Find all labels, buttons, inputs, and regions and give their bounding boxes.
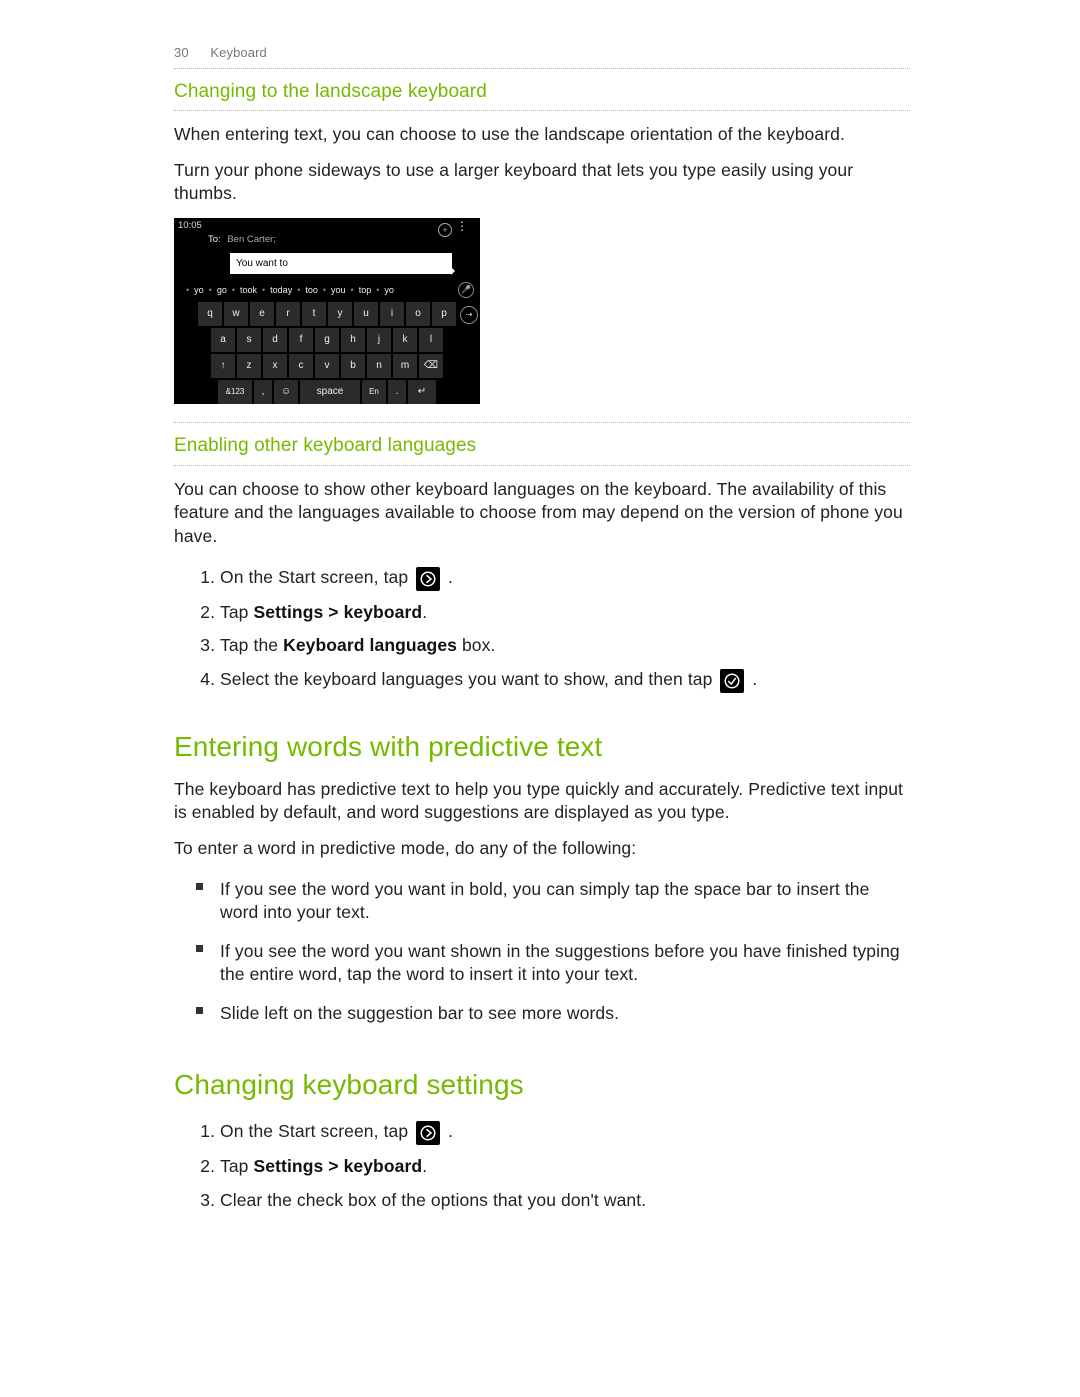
manual-page: 30 Keyboard Changing to the landscape ke… <box>0 0 1080 1397</box>
phone-clock: 10:05 <box>178 220 202 233</box>
key: i <box>380 302 404 326</box>
step-text-bold: Keyboard languages <box>283 635 457 655</box>
language-key: En <box>362 380 386 404</box>
body-text: When entering text, you can choose to us… <box>174 123 910 147</box>
key: w <box>224 302 248 326</box>
list-item: On the Start screen, tap . <box>220 561 910 596</box>
to-label: To: <box>208 234 221 245</box>
running-head: 30 Keyboard <box>174 44 910 62</box>
step-text: . <box>448 567 453 587</box>
period-key: . <box>388 380 406 404</box>
key: u <box>354 302 378 326</box>
step-text: . <box>752 669 757 689</box>
step-text: . <box>448 1121 453 1141</box>
key: c <box>289 354 313 378</box>
heading-languages: Enabling other keyboard languages <box>174 433 910 459</box>
key: e <box>250 302 274 326</box>
suggestion-bar: •yo •go •took •today •too •you •top •yo … <box>174 278 480 300</box>
key: h <box>341 328 365 352</box>
expand-icon: ⇢ <box>460 306 478 324</box>
body-text: To enter a word in predictive mode, do a… <box>174 837 910 861</box>
step-text: On the Start screen, tap <box>220 567 413 587</box>
arrow-right-circle-icon <box>416 1121 440 1145</box>
list-item: Select the keyboard languages you want t… <box>220 663 910 698</box>
page-number: 30 <box>174 45 189 60</box>
key: n <box>367 354 391 378</box>
running-head-section: Keyboard <box>210 45 266 60</box>
key: q <box>198 302 222 326</box>
step-text: . <box>422 1156 427 1176</box>
onscreen-keyboard: q w e r t y u i o p ⇢ a s d f g h j k <box>174 302 480 408</box>
key: s <box>237 328 261 352</box>
step-text: Tap <box>220 1156 253 1176</box>
check-circle-icon <box>720 669 744 693</box>
key: b <box>341 354 365 378</box>
comma-key: , <box>254 380 272 404</box>
steps-list: On the Start screen, tap . Tap Settings … <box>174 561 910 698</box>
list-item: Tap the Keyboard languages box. <box>220 629 910 663</box>
divider <box>174 422 910 423</box>
key: r <box>276 302 300 326</box>
divider <box>174 68 910 69</box>
phone-screenshot-landscape-keyboard: 10:05 + ⋮ To: Ben Carter; You want to •y… <box>174 218 480 404</box>
list-item: If you see the word you want in bold, yo… <box>220 873 910 935</box>
enter-key: ↵ <box>408 380 436 404</box>
list-item: Clear the check box of the options that … <box>220 1184 910 1218</box>
key: o <box>406 302 430 326</box>
bullet-list: If you see the word you want in bold, yo… <box>174 873 910 1036</box>
arrow-right-circle-icon <box>416 567 440 591</box>
key: v <box>315 354 339 378</box>
body-text: The keyboard has predictive text to help… <box>174 778 910 825</box>
more-icon: ⋮ <box>456 224 468 228</box>
key: p <box>432 302 456 326</box>
list-item: Tap Settings > keyboard. <box>220 1150 910 1184</box>
key: t <box>302 302 326 326</box>
list-item: On the Start screen, tap . <box>220 1115 910 1150</box>
body-text: You can choose to show other keyboard la… <box>174 478 910 549</box>
mic-icon: 🎤 <box>458 282 474 298</box>
list-item: Tap Settings > keyboard. <box>220 596 910 630</box>
step-text: Tap <box>220 602 253 622</box>
step-text: . <box>422 602 427 622</box>
key: j <box>367 328 391 352</box>
key: g <box>315 328 339 352</box>
key: y <box>328 302 352 326</box>
to-value: Ben Carter; <box>227 234 276 245</box>
to-field: To: Ben Carter; <box>174 233 480 249</box>
step-text: On the Start screen, tap <box>220 1121 413 1141</box>
message-input-bubble: You want to <box>230 253 452 275</box>
key: z <box>237 354 261 378</box>
space-key: space <box>300 380 360 404</box>
step-text: Select the keyboard languages you want t… <box>220 669 717 689</box>
key: d <box>263 328 287 352</box>
step-text-bold: Settings > keyboard <box>253 1156 422 1176</box>
divider <box>174 110 910 111</box>
step-text-bold: Settings > keyboard <box>253 602 422 622</box>
key: k <box>393 328 417 352</box>
list-item: If you see the word you want shown in th… <box>220 935 910 997</box>
body-text: Turn your phone sideways to use a larger… <box>174 159 910 206</box>
shift-key: ↑ <box>211 354 235 378</box>
key: l <box>419 328 443 352</box>
key: x <box>263 354 287 378</box>
heading-predictive: Entering words with predictive text <box>174 728 910 766</box>
divider <box>174 465 910 466</box>
backspace-key: ⌫ <box>419 354 443 378</box>
step-text: Tap the <box>220 635 283 655</box>
key: m <box>393 354 417 378</box>
key: a <box>211 328 235 352</box>
heading-settings: Changing keyboard settings <box>174 1066 910 1104</box>
emoji-key: ☺ <box>274 380 298 404</box>
steps-list: On the Start screen, tap . Tap Settings … <box>174 1115 910 1217</box>
symbols-key: &123 <box>218 380 252 404</box>
step-text: box. <box>457 635 495 655</box>
attach-icon: + <box>438 223 452 237</box>
heading-landscape: Changing to the landscape keyboard <box>174 79 910 105</box>
key: f <box>289 328 313 352</box>
list-item: Slide left on the suggestion bar to see … <box>220 997 910 1036</box>
